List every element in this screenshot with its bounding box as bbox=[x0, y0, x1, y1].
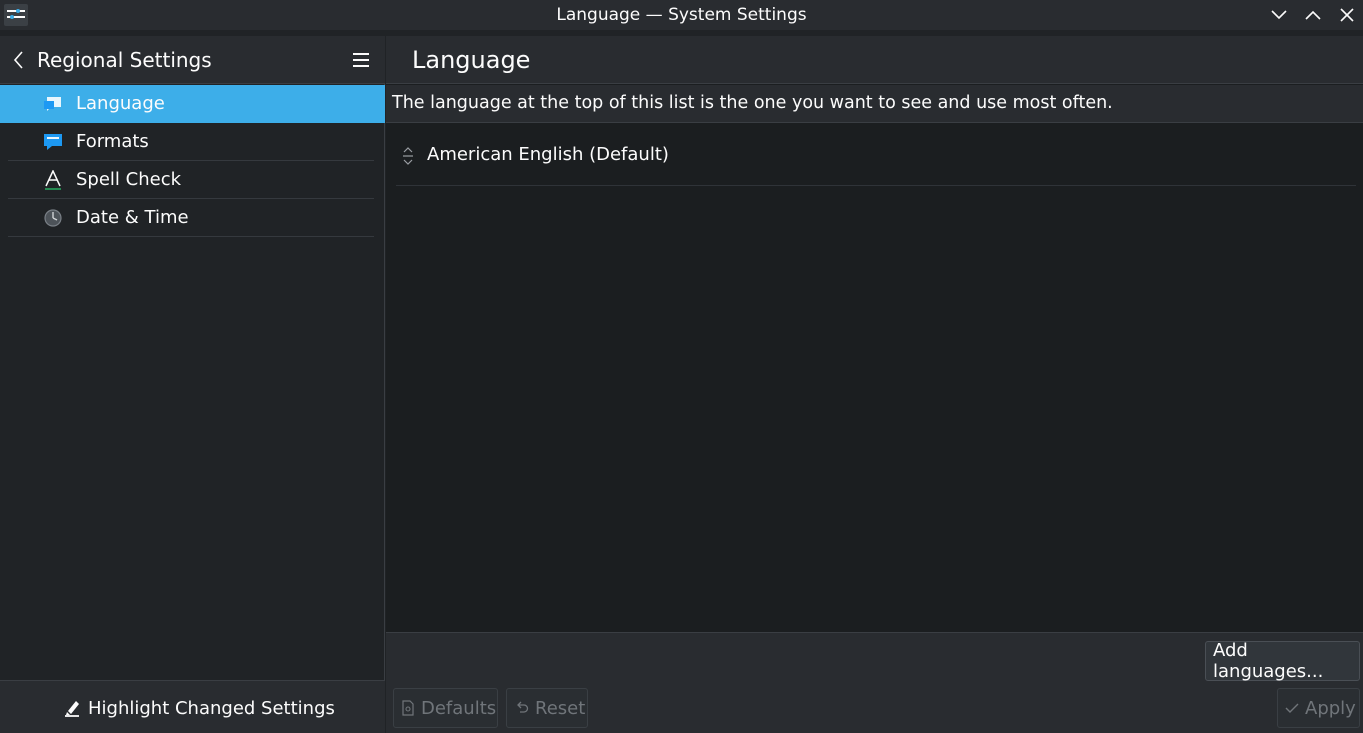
list-item[interactable]: American English (Default) bbox=[396, 124, 1356, 186]
chevron-left-icon bbox=[13, 51, 23, 69]
sidebar-title: Regional Settings bbox=[37, 48, 212, 72]
minimize-button[interactable] bbox=[1268, 4, 1290, 26]
language-list: American English (Default) bbox=[396, 124, 1356, 186]
info-text: The language at the top of this list is … bbox=[392, 93, 1113, 113]
page-title: Language bbox=[412, 46, 531, 74]
main-footer: Add languages... Defaults Reset Apply bbox=[386, 632, 1363, 733]
hamburger-menu-button[interactable] bbox=[350, 51, 372, 69]
document-defaults-icon bbox=[402, 700, 414, 716]
sidebar-list: Language Formats Spell Check Date & Time bbox=[0, 85, 385, 237]
main-header: Language bbox=[386, 36, 1363, 84]
sidebar-footer: Highlight Changed Settings bbox=[0, 680, 385, 733]
formats-icon bbox=[43, 132, 63, 152]
sidebar-header: Regional Settings bbox=[0, 36, 385, 84]
sidebar-item-label: Language bbox=[76, 93, 165, 114]
window-title: Language — System Settings bbox=[556, 5, 807, 25]
main-panel: Language The language at the top of this… bbox=[386, 36, 1363, 733]
sidebar-item-label: Date & Time bbox=[76, 207, 189, 228]
sidebar-item-language[interactable]: Language bbox=[0, 85, 385, 123]
sidebar-item-date-time[interactable]: Date & Time bbox=[0, 199, 385, 237]
undo-icon bbox=[517, 701, 529, 713]
reset-button[interactable]: Reset bbox=[506, 688, 588, 728]
sidebar: Regional Settings Language Formats Spell… bbox=[0, 36, 385, 733]
chevron-down-icon bbox=[1271, 10, 1287, 20]
clock-icon bbox=[43, 208, 63, 228]
add-languages-button[interactable]: Add languages... bbox=[1205, 640, 1360, 682]
close-button[interactable] bbox=[1336, 4, 1358, 26]
sidebar-item-label: Spell Check bbox=[76, 169, 182, 190]
language-label: American English (Default) bbox=[427, 144, 669, 165]
highlight-changed-settings-label: Highlight Changed Settings bbox=[88, 697, 335, 719]
checkmark-icon bbox=[1285, 703, 1299, 713]
highlight-changed-settings-button[interactable]: Highlight Changed Settings bbox=[62, 695, 335, 721]
highlighter-icon bbox=[65, 701, 79, 717]
defaults-button[interactable]: Defaults bbox=[393, 688, 498, 728]
drag-handle-icon[interactable] bbox=[401, 146, 415, 166]
apply-label: Apply bbox=[1305, 697, 1356, 719]
sidebar-item-formats[interactable]: Formats bbox=[0, 123, 385, 161]
spell-check-icon bbox=[43, 169, 63, 190]
close-icon bbox=[1340, 8, 1354, 22]
defaults-label: Defaults bbox=[421, 697, 497, 719]
apply-button[interactable]: Apply bbox=[1277, 688, 1360, 728]
maximize-button[interactable] bbox=[1302, 4, 1324, 26]
sidebar-item-spell-check[interactable]: Spell Check bbox=[0, 161, 385, 199]
info-bar: The language at the top of this list is … bbox=[386, 85, 1363, 123]
sidebar-item-label: Formats bbox=[76, 131, 149, 152]
chevron-up-icon bbox=[1305, 10, 1321, 20]
title-bar: Language — System Settings bbox=[0, 0, 1363, 30]
hamburger-menu-icon bbox=[353, 53, 369, 67]
reset-label: Reset bbox=[535, 697, 586, 719]
language-icon bbox=[43, 94, 63, 114]
back-button[interactable] bbox=[10, 50, 28, 70]
